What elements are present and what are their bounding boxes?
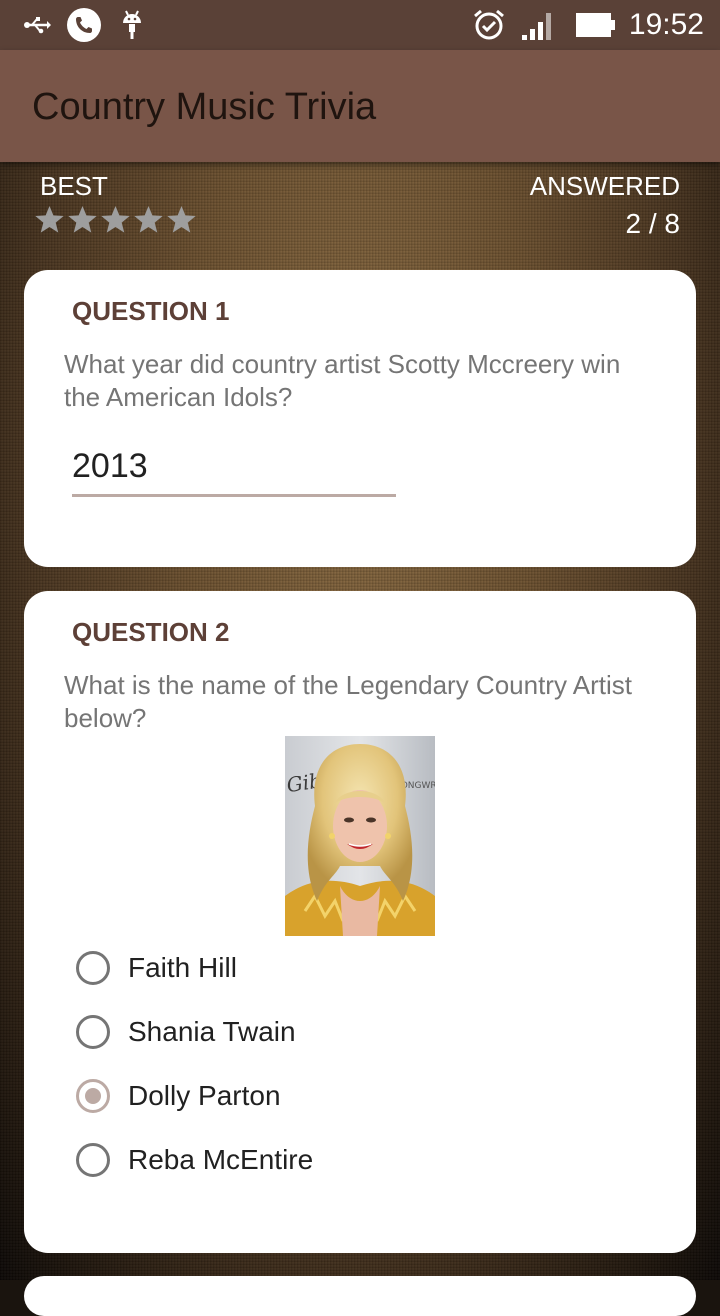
question-card-3 [24,1276,696,1316]
question-card-2: QUESTION 2 What is the name of the Legen… [24,591,696,1253]
question-card-1: QUESTION 1 What year did country artist … [24,270,696,567]
best-label: BEST [40,171,108,201]
option-label: Dolly Parton [128,1080,281,1111]
question-title: QUESTION 2 [72,617,230,647]
option-dolly-parton[interactable]: Dolly Parton [76,1076,281,1116]
option-label: Reba McEntire [128,1144,314,1175]
radio-button[interactable] [76,951,110,985]
star-icon [35,205,64,233]
star-icon [68,205,97,233]
alarm-icon [470,8,508,42]
status-time: 19:52 [628,8,704,41]
status-bar: 19:52 [0,0,720,50]
artist-photo: Gibs SONGWR ALL [285,736,435,936]
question-title: QUESTION 1 [72,296,230,326]
app-toolbar: Country Music Trivia [0,50,720,162]
best-rating-stars [34,204,197,235]
answered-count: 2 / 8 [625,208,680,239]
star-icon [167,205,196,233]
battery-icon [574,8,618,42]
star-icon [134,205,163,233]
usb-icon [22,8,52,42]
radio-button[interactable] [76,1143,110,1177]
radio-button[interactable] [76,1015,110,1049]
star-icon [101,205,130,233]
answered-label: ANSWERED [529,171,680,201]
radio-button-selected[interactable] [76,1079,110,1113]
answer-input[interactable] [72,438,396,497]
option-faith-hill[interactable]: Faith Hill [76,948,237,988]
android-icon [118,8,146,42]
question-text: What year did country artist Scotty Mccr… [64,349,621,412]
option-label: Shania Twain [128,1016,296,1047]
question-text: What is the name of the Legendary Countr… [64,670,632,733]
option-label: Faith Hill [128,952,237,983]
signal-icon [518,8,558,42]
phone-icon [66,8,102,42]
app-title: Country Music Trivia [32,86,377,128]
option-shania-twain[interactable]: Shania Twain [76,1012,296,1052]
option-reba-mcentire[interactable]: Reba McEntire [76,1140,313,1180]
